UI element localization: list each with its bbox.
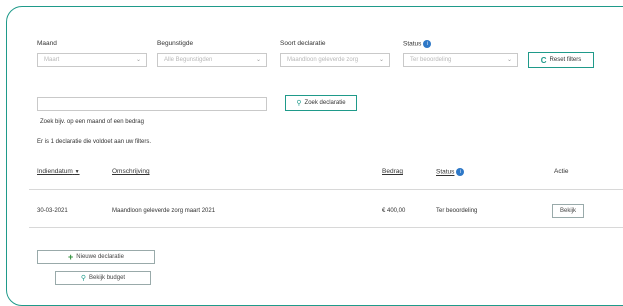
month-filter-label: Maand <box>37 40 57 47</box>
row-status: Ter beoordeling <box>436 208 478 214</box>
sort-down-icon: ▼ <box>74 169 80 175</box>
chevron-down-icon: ⌄ <box>506 57 512 63</box>
column-header-amount[interactable]: Bedrag <box>382 168 403 175</box>
divider <box>29 189 623 190</box>
info-icon[interactable]: i <box>423 40 432 48</box>
info-icon[interactable]: i <box>456 168 465 176</box>
row-date: 30-03-2021 <box>37 208 68 214</box>
status-filter-label: Status i <box>403 40 432 48</box>
view-budget-button[interactable]: ⚲ Bekijk budget <box>55 271 151 285</box>
chevron-down-icon: ⌄ <box>378 57 384 63</box>
row-amount: € 400,00 <box>382 208 406 214</box>
new-claim-button[interactable]: + Nieuwe declaratie <box>37 250 155 264</box>
claim-type-filter-label: Soort declaratie <box>280 40 326 47</box>
reset-filters-button[interactable]: C Reset filters <box>528 52 594 68</box>
search-icon: ⚲ <box>80 275 87 282</box>
status-select[interactable]: Ter beoordeling ⌄ <box>403 53 518 67</box>
column-header-date[interactable]: Indiendatum ▼ <box>37 168 80 175</box>
beneficiary-select[interactable]: Alle Begunstigden ⌄ <box>157 53 267 67</box>
column-header-description[interactable]: Omschrijving <box>112 168 150 175</box>
column-header-status[interactable]: Status i <box>436 168 465 176</box>
view-claim-button[interactable]: Bekijk <box>552 204 584 218</box>
month-select[interactable]: Maart ⌄ <box>37 53 147 67</box>
divider <box>29 227 623 228</box>
search-icon: ⚲ <box>296 100 302 107</box>
row-description: Maandloon geleverde zorg maart 2021 <box>112 208 216 214</box>
plus-icon: + <box>68 252 74 262</box>
refresh-icon: C <box>540 55 547 65</box>
claim-type-select[interactable]: Maandloon geleverde zorg ⌄ <box>280 53 390 67</box>
beneficiary-filter-label: Begunstigde <box>157 40 194 47</box>
chevron-down-icon: ⌄ <box>255 57 261 63</box>
result-count-text: Er is 1 declaratie die voldoet aan uw fi… <box>37 139 152 145</box>
search-input[interactable] <box>37 97 267 111</box>
search-hint: Zoek bijv. op een maand of een bedrag <box>40 119 144 125</box>
search-claims-button[interactable]: ⚲ Zoek declaratie <box>285 95 357 111</box>
column-header-action: Actie <box>554 168 569 175</box>
declarations-panel: Maand Begunstigde Soort declaratie Statu… <box>6 6 623 306</box>
chevron-down-icon: ⌄ <box>135 57 141 63</box>
